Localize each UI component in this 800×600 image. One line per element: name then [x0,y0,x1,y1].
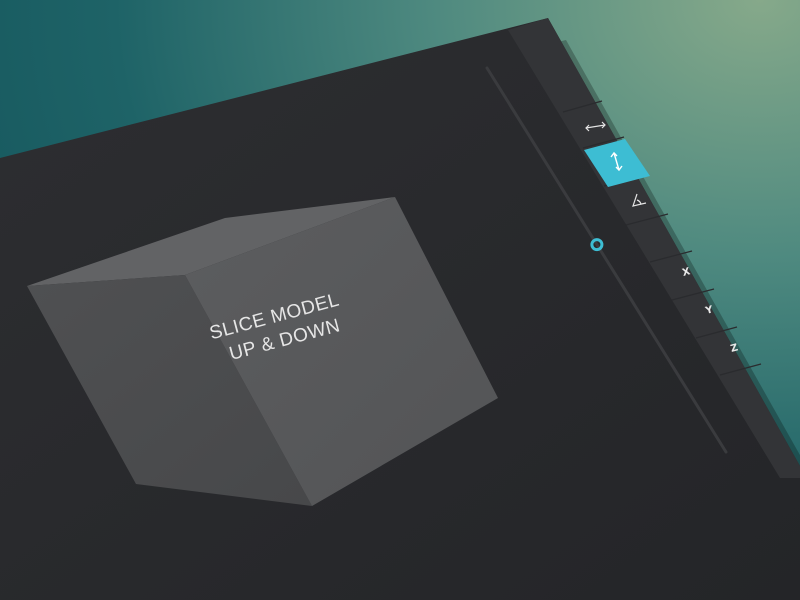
scene: X Y Z SLICE MODEL UP & DOWN [0,18,800,600]
